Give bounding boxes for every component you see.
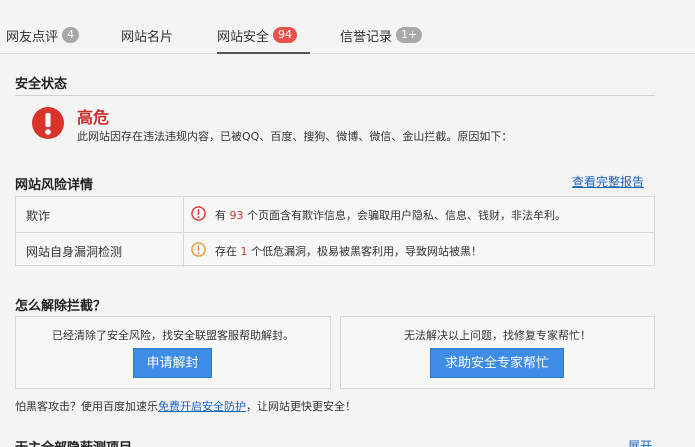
danger-icon — [32, 107, 64, 139]
divider — [15, 95, 655, 96]
next-section-title: 无主全部隐蔽测项目 — [15, 437, 132, 447]
risk-text-post: 个低危漏洞，极易被黑客利用，导致网站被黑！ — [247, 245, 482, 258]
expert-help-button[interactable]: 求助安全专家帮忙 — [430, 348, 564, 378]
protection-note: 怕黑客攻击？使用百度加速乐免费开启安全防护，让网站更快更安全！ — [15, 398, 356, 414]
tab-reviews[interactable]: 网友点评 4 — [6, 26, 80, 54]
risk-count: 1 — [240, 245, 248, 258]
tab-site-card[interactable]: 网站名片 — [121, 26, 173, 54]
protection-note-pre: 怕黑客攻击？使用百度加速乐 — [15, 400, 158, 413]
tab-label: 网站安全 — [217, 30, 270, 45]
risk-text: 存在 1 个低危漏洞，极易被黑客利用，导致网站被黑！ — [215, 243, 482, 259]
alert-circle-icon — [191, 206, 206, 221]
page: 网友点评 4 网站名片 网站安全 94 信誉记录 1+ 安全状态 高危 此网站因… — [0, 0, 695, 447]
divider — [183, 233, 184, 267]
expert-help-text: 无法解决以上问题，找修复专家帮忙！ — [404, 329, 591, 342]
unblock-title: 怎么解除拦截？ — [15, 299, 107, 314]
risk-table: 欺诈 有 93 个页面含有欺诈信息，会骗取用户隐私、信息、钱财，非法牟利。 网站… — [15, 196, 655, 267]
risk-text: 有 93 个页面含有欺诈信息，会骗取用户隐私、信息、钱财，非法牟利。 — [215, 207, 566, 223]
risk-count: 93 — [229, 209, 244, 222]
apply-unblock-button[interactable]: 申请解封 — [133, 348, 212, 378]
risk-text-pre: 存在 — [215, 245, 241, 258]
expand-link[interactable]: 展开 — [628, 437, 652, 447]
self-unblock-text: 已经清除了安全风险，找安全联盟客服帮助解封。 — [52, 329, 294, 342]
tab-bar: 网友点评 4 网站名片 网站安全 94 信誉记录 1+ — [0, 0, 695, 54]
enable-protection-link[interactable]: 免费开启安全防护 — [158, 400, 246, 413]
full-report-link[interactable]: 查看完整报告 — [572, 173, 644, 190]
risk-details-title: 网站风险详情 — [15, 178, 94, 193]
risk-description: 此网站因存在违法违规内容，已被QQ、百度、搜狗、微博、微信、金山拦截。原因如下： — [77, 130, 513, 143]
tab-label: 网友点评 — [6, 30, 59, 45]
risk-row-vulnerability: 网站自身漏洞检测 存在 1 个低危漏洞，极易被黑客利用，导致网站被黑！ — [16, 232, 654, 267]
tab-security[interactable]: 网站安全 94 — [217, 26, 310, 54]
tab-badge: 1+ — [396, 27, 423, 43]
tab-label: 网站名片 — [121, 30, 174, 45]
risk-text-pre: 有 — [215, 209, 230, 222]
tab-badge: 4 — [62, 27, 80, 43]
risk-name: 网站自身漏洞检测 — [26, 245, 123, 259]
tab-label: 信誉记录 — [340, 30, 393, 45]
risk-level: 高危 — [77, 108, 110, 127]
warning-circle-icon — [191, 242, 206, 257]
risk-name: 欺诈 — [26, 209, 51, 223]
protection-note-post: ，让网站更快更安全！ — [246, 400, 356, 413]
divider — [183, 197, 184, 232]
tab-reputation[interactable]: 信誉记录 1+ — [340, 26, 423, 54]
risk-row-fraud: 欺诈 有 93 个页面含有欺诈信息，会骗取用户隐私、信息、钱财，非法牟利。 — [16, 197, 654, 232]
security-status-title: 安全状态 — [15, 77, 68, 92]
risk-text-post: 个页面含有欺诈信息，会骗取用户隐私、信息、钱财，非法牟利。 — [243, 209, 566, 222]
tab-badge: 94 — [273, 27, 298, 43]
